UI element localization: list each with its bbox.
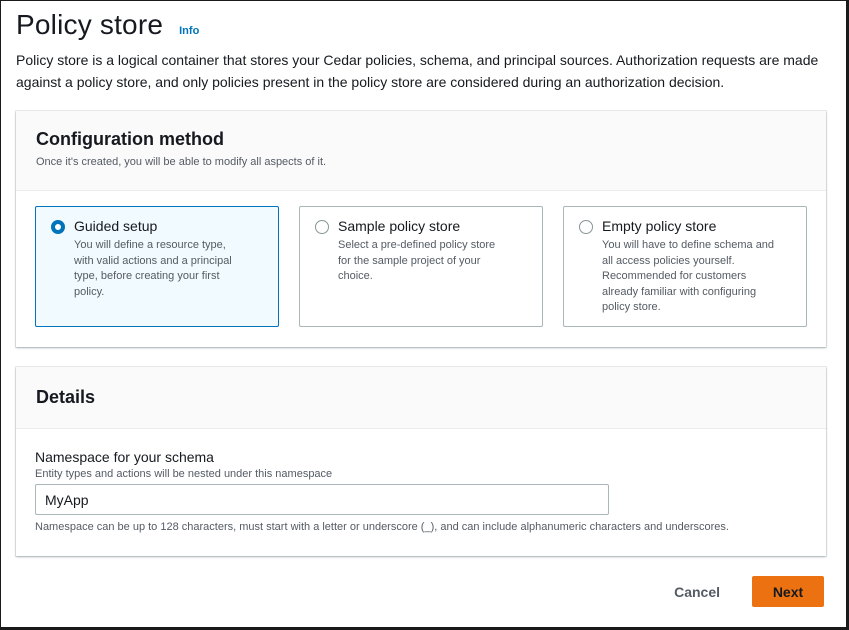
namespace-constraint: Namespace can be up to 128 characters, m… bbox=[35, 521, 729, 533]
tile-description-line: already familiar with configuring bbox=[602, 285, 757, 298]
title-row: Policy store Info bbox=[16, 9, 826, 41]
tile-description-line: You will have to define schema and bbox=[602, 239, 775, 251]
tile-description-line: Select a pre-defined policy store bbox=[338, 239, 496, 251]
details-title: Details bbox=[36, 387, 96, 407]
tile-label: Guided setup bbox=[74, 218, 158, 234]
form-actions: Cancel Next bbox=[654, 576, 824, 607]
namespace-label: Namespace for your schema bbox=[35, 449, 214, 465]
radio-empty-policy-store[interactable] bbox=[579, 220, 593, 234]
tile-description: You will define a resource type, with va… bbox=[74, 238, 232, 300]
tile-description-line: choice. bbox=[338, 270, 373, 283]
tile-empty-policy-store[interactable]: Empty policy store You will have to defi… bbox=[563, 206, 807, 327]
tile-text: Sample policy store Select a pre-defined… bbox=[338, 218, 495, 326]
tile-label: Sample policy store bbox=[338, 218, 461, 234]
cancel-button[interactable]: Cancel bbox=[654, 584, 740, 600]
radio-sample-policy-store[interactable] bbox=[315, 220, 329, 234]
configuration-method-header: Configuration method Once it's created, … bbox=[16, 111, 826, 191]
tile-description-line: policy store. bbox=[602, 301, 661, 314]
tile-description-line: You will define a resource type, bbox=[74, 239, 226, 251]
configuration-method-panel: Configuration method Once it's created, … bbox=[16, 111, 826, 347]
next-button[interactable]: Next bbox=[752, 576, 824, 607]
page-title: Policy store bbox=[16, 9, 164, 40]
tile-description-line: Recommended for customers bbox=[602, 270, 747, 283]
details-panel: Details Namespace for your schema Entity… bbox=[16, 367, 826, 556]
tile-description-line: with valid actions and a principal bbox=[74, 254, 232, 267]
tile-description-line: type, before creating your first bbox=[74, 270, 220, 283]
details-header: Details bbox=[16, 367, 826, 429]
page-header: Policy store Info Policy store is a logi… bbox=[16, 9, 826, 93]
tile-text: Empty policy store You will have to defi… bbox=[602, 218, 774, 326]
tile-text: Guided setup You will define a resource … bbox=[74, 218, 232, 326]
info-link[interactable]: Info bbox=[179, 25, 199, 37]
page-frame: Policy store Info Policy store is a logi… bbox=[0, 0, 849, 630]
configuration-method-title: Configuration method bbox=[36, 129, 224, 149]
tile-description-line: for the sample project of your bbox=[338, 254, 481, 267]
configuration-tiles: Guided setup You will define a resource … bbox=[35, 206, 807, 327]
namespace-input[interactable] bbox=[35, 484, 609, 515]
tile-guided-setup[interactable]: Guided setup You will define a resource … bbox=[35, 206, 279, 327]
namespace-field: Namespace for your schema Entity types a… bbox=[35, 449, 810, 533]
configuration-method-description: Once it's created, you will be able to m… bbox=[36, 156, 327, 168]
tile-description: Select a pre-defined policy store for th… bbox=[338, 238, 495, 285]
tile-sample-policy-store[interactable]: Sample policy store Select a pre-defined… bbox=[299, 206, 543, 327]
namespace-description: Entity types and actions will be nested … bbox=[35, 468, 333, 480]
page-description: Policy store is a logical container that… bbox=[16, 52, 819, 90]
tile-description: You will have to define schema and all a… bbox=[602, 238, 774, 316]
radio-guided-setup[interactable] bbox=[51, 220, 65, 234]
tile-label: Empty policy store bbox=[602, 218, 717, 234]
tile-description-line: all access policies yourself. bbox=[602, 254, 735, 267]
tile-description-line: policy. bbox=[74, 285, 105, 298]
